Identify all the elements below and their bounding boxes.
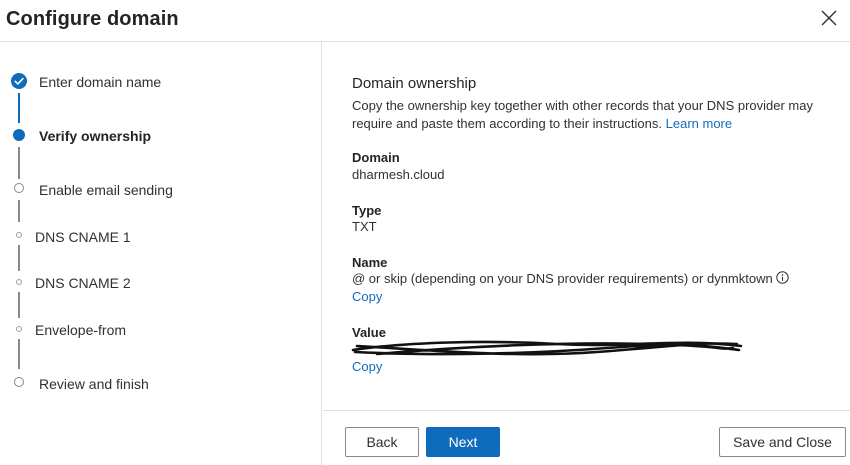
name-label: Name [352, 255, 388, 270]
step-pending-icon [14, 183, 24, 193]
step-enter-domain-name[interactable]: Enter domain name [39, 74, 161, 90]
wizard-stepper: Enter domain name Verify ownership Enabl… [0, 42, 322, 465]
checkmark-icon [14, 77, 24, 85]
type-label: Type [352, 203, 382, 218]
section-description: Copy the ownership key together with oth… [352, 97, 832, 133]
close-button[interactable] [818, 7, 840, 29]
step-pending-icon [14, 377, 24, 387]
next-button[interactable]: Next [426, 427, 500, 457]
step-completed-icon [11, 73, 27, 89]
step-current-icon [13, 129, 25, 141]
copy-value-link[interactable]: Copy [352, 359, 382, 374]
step-enable-email-sending[interactable]: Enable email sending [39, 182, 173, 198]
step-review-and-finish[interactable]: Review and finish [39, 376, 149, 392]
panel-header: Configure domain [0, 0, 850, 42]
save-and-close-button[interactable]: Save and Close [719, 427, 846, 457]
step-dns-cname-1[interactable]: DNS CNAME 1 [35, 229, 131, 245]
wizard-footer: Back Next Save and Close [323, 410, 850, 465]
step-verify-ownership[interactable]: Verify ownership [39, 128, 151, 144]
substep-pending-icon [16, 279, 22, 285]
name-value: @ or skip (depending on your DNS provide… [352, 271, 773, 286]
redaction-scribble [351, 340, 743, 356]
copy-name-link[interactable]: Copy [352, 289, 382, 304]
description-text: Copy the ownership key together with oth… [352, 98, 813, 131]
step-connector [18, 147, 20, 179]
step-connector [18, 200, 20, 222]
step-connector [18, 93, 20, 123]
step-connector [18, 245, 20, 271]
substep-pending-icon [16, 232, 22, 238]
domain-value: dharmesh.cloud [352, 167, 445, 182]
step-connector [18, 339, 20, 369]
step-connector [18, 292, 20, 318]
page-title: Configure domain [6, 8, 179, 30]
substep-pending-icon [16, 326, 22, 332]
info-icon[interactable] [776, 271, 789, 284]
step-content: Domain ownership Copy the ownership key … [323, 42, 850, 410]
step-envelope-from[interactable]: Envelope-from [35, 322, 126, 338]
learn-more-link[interactable]: Learn more [666, 116, 732, 131]
domain-label: Domain [352, 150, 400, 165]
section-title: Domain ownership [352, 75, 477, 92]
type-value: TXT [352, 219, 377, 234]
back-button[interactable]: Back [345, 427, 419, 457]
name-value-row: @ or skip (depending on your DNS provide… [352, 271, 789, 286]
close-icon [821, 10, 837, 26]
step-dns-cname-2[interactable]: DNS CNAME 2 [35, 275, 131, 291]
